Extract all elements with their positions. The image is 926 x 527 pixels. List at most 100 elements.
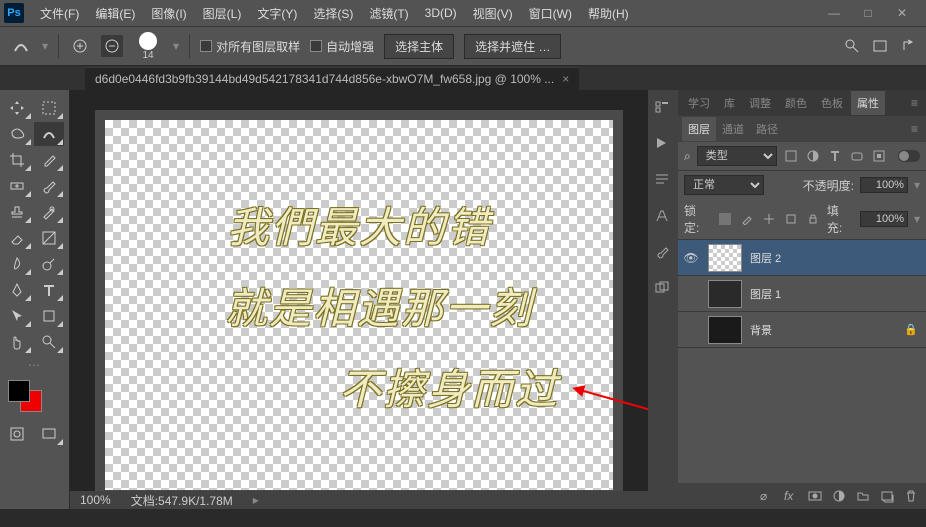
close-button[interactable]: ✕ (892, 6, 912, 20)
clone-source-panel-icon[interactable] (654, 280, 672, 298)
shape-tool[interactable] (34, 304, 64, 328)
layer-item[interactable]: 图层 1 (678, 276, 926, 312)
layer-item[interactable]: 背景 🔒 (678, 312, 926, 348)
menu-file[interactable]: 文件(F) (32, 5, 87, 22)
layer-name[interactable]: 图层 2 (750, 250, 781, 266)
menu-filter[interactable]: 滤镜(T) (361, 5, 416, 22)
screen-mode-icon[interactable] (34, 422, 64, 446)
lock-artboard-icon[interactable] (783, 211, 799, 227)
filter-type-icon[interactable] (827, 148, 843, 164)
gradient-tool[interactable] (34, 226, 64, 250)
current-tool-icon[interactable] (10, 35, 32, 57)
auto-enhance-checkbox[interactable]: 自动增强 (310, 38, 374, 55)
minimize-button[interactable]: — (824, 6, 844, 20)
filter-smart-icon[interactable] (871, 148, 887, 164)
play-icon[interactable] (654, 136, 672, 154)
menu-help[interactable]: 帮助(H) (580, 5, 637, 22)
stamp-tool[interactable] (2, 200, 32, 224)
zoom-level[interactable]: 100% (80, 493, 111, 507)
canvas[interactable]: 我們最大的错 就是相遇那一刻 不擦身而过 (95, 110, 623, 500)
menu-edit[interactable]: 编辑(E) (87, 5, 143, 22)
hand-tool[interactable] (2, 330, 32, 354)
share-icon[interactable] (900, 38, 916, 54)
history-brush-tool[interactable] (34, 200, 64, 224)
sample-all-layers-checkbox[interactable]: 对所有图层取样 (200, 38, 300, 55)
tab-paths[interactable]: 路径 (750, 117, 784, 141)
layer-thumbnail[interactable] (708, 280, 742, 308)
delete-layer-icon[interactable] (904, 489, 918, 503)
menu-view[interactable]: 视图(V) (465, 5, 521, 22)
layer-thumbnail[interactable] (708, 316, 742, 344)
tab-adjustments[interactable]: 调整 (743, 91, 777, 115)
select-subject-button[interactable]: 选择主体 (384, 34, 454, 59)
history-panel-icon[interactable] (654, 100, 672, 118)
link-layers-icon[interactable]: ⌀ (760, 489, 774, 503)
menu-select[interactable]: 选择(S) (305, 5, 361, 22)
opacity-input[interactable] (860, 177, 908, 193)
tab-learn[interactable]: 学习 (682, 91, 716, 115)
menu-image[interactable]: 图像(I) (143, 5, 194, 22)
paragraph-panel-icon[interactable] (654, 172, 672, 190)
foreground-color-swatch[interactable] (8, 380, 30, 402)
brush-tool[interactable] (34, 174, 64, 198)
color-swatches[interactable] (2, 380, 66, 420)
brush-preview[interactable]: 14 (139, 32, 157, 61)
tab-channels[interactable]: 通道 (716, 117, 750, 141)
blur-tool[interactable] (2, 252, 32, 276)
lock-transparency-icon[interactable] (717, 211, 733, 227)
lock-all-icon[interactable] (805, 211, 821, 227)
move-tool[interactable] (2, 96, 32, 120)
layer-name[interactable]: 背景 (750, 322, 772, 338)
filter-toggle[interactable] (898, 150, 920, 162)
select-and-mask-button[interactable]: 选择并遮住 … (464, 34, 561, 59)
eyedropper-tool[interactable] (34, 148, 64, 172)
layer-filter-kind[interactable]: 类型 (697, 146, 777, 166)
lock-image-icon[interactable] (739, 211, 755, 227)
character-panel-icon[interactable] (654, 208, 672, 226)
tab-swatches[interactable]: 色板 (815, 91, 849, 115)
filter-pixel-icon[interactable] (783, 148, 799, 164)
crop-tool[interactable] (2, 148, 32, 172)
filter-adjust-icon[interactable] (805, 148, 821, 164)
search-icon[interactable] (844, 38, 860, 54)
filter-shape-icon[interactable] (849, 148, 865, 164)
layer-name[interactable]: 图层 1 (750, 286, 781, 302)
menu-3d[interactable]: 3D(D) (417, 6, 465, 20)
dodge-tool[interactable] (34, 252, 64, 276)
menu-layer[interactable]: 图层(L) (195, 5, 250, 22)
tab-color[interactable]: 颜色 (779, 91, 813, 115)
lasso-tool[interactable] (2, 122, 32, 146)
fill-input[interactable] (860, 211, 908, 227)
visibility-toggle[interactable]: 👁 (682, 251, 700, 265)
eraser-tool[interactable] (2, 226, 32, 250)
layer-thumbnail[interactable] (708, 244, 742, 272)
blend-mode-select[interactable]: 正常 (684, 175, 764, 195)
workspace-icon[interactable] (872, 38, 888, 54)
tab-properties[interactable]: 属性 (851, 91, 885, 115)
brush-mode-add-icon[interactable] (69, 35, 91, 57)
quick-selection-tool[interactable] (34, 122, 64, 146)
layer-style-icon[interactable]: fx (784, 489, 798, 503)
menu-type[interactable]: 文字(Y) (249, 5, 305, 22)
layer-mask-icon[interactable] (808, 489, 822, 503)
adjustment-layer-icon[interactable] (832, 489, 846, 503)
toolbox-more-icon[interactable]: ⋯ (2, 356, 66, 374)
layers-panel-menu-icon[interactable]: ≡ (907, 122, 922, 136)
panel-menu-icon[interactable]: ≡ (907, 96, 922, 110)
tab-layers[interactable]: 图层 (682, 117, 716, 141)
type-tool[interactable] (34, 278, 64, 302)
layer-item[interactable]: 👁 图层 2 (678, 240, 926, 276)
lock-position-icon[interactable] (761, 211, 777, 227)
pen-tool[interactable] (2, 278, 32, 302)
maximize-button[interactable]: □ (858, 6, 878, 20)
tab-libraries[interactable]: 库 (718, 91, 741, 115)
brushes-panel-icon[interactable] (654, 244, 672, 262)
new-layer-icon[interactable] (880, 489, 894, 503)
brush-mode-subtract-icon[interactable] (101, 35, 123, 57)
zoom-tool[interactable] (34, 330, 64, 354)
path-selection-tool[interactable] (2, 304, 32, 328)
menu-window[interactable]: 窗口(W) (521, 5, 580, 22)
quick-mask-icon[interactable] (2, 422, 32, 446)
group-icon[interactable] (856, 489, 870, 503)
marquee-tool[interactable] (34, 96, 64, 120)
